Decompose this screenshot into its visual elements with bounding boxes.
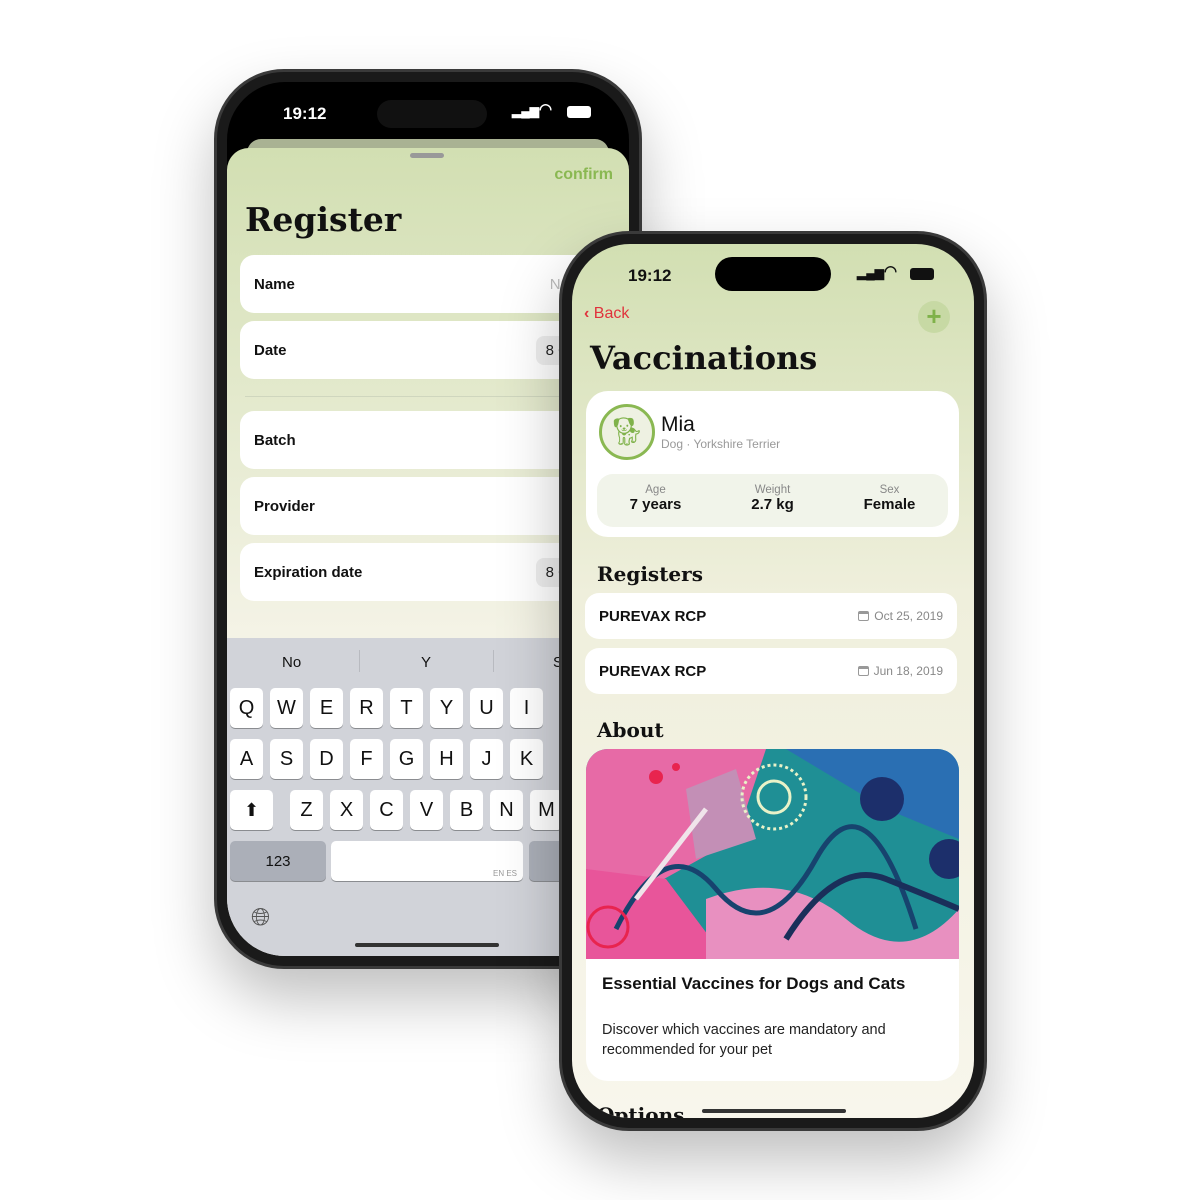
field-label: Batch: [254, 431, 296, 449]
register-row[interactable]: PUREVAX RCP Jun 18, 2019: [585, 648, 957, 694]
stat-sex: Sex Female: [831, 474, 948, 527]
key-k[interactable]: K: [510, 739, 543, 779]
stat-label: Age: [645, 484, 666, 496]
register-date: Jun 18, 2019: [873, 664, 943, 678]
dynamic-island: [377, 100, 487, 128]
add-button[interactable]: +: [918, 301, 950, 333]
key-b[interactable]: B: [450, 790, 483, 830]
key-i[interactable]: I: [510, 688, 543, 728]
pet-stats: Age 7 years Weight 2.7 kg Sex Female: [597, 474, 948, 527]
stat-value: 2.7 kg: [751, 496, 794, 513]
status-bar: 19:12 ▂▄▆ ◠: [572, 244, 974, 304]
calendar-icon: [858, 611, 870, 621]
stat-value: Female: [863, 496, 916, 513]
chevron-left-icon: ‹: [584, 305, 594, 322]
key-z[interactable]: Z: [290, 790, 323, 830]
space-bar[interactable]: EN ES: [331, 841, 523, 881]
suggestion[interactable]: No: [282, 654, 301, 671]
key-h[interactable]: H: [430, 739, 463, 779]
suggestion[interactable]: Y: [421, 654, 431, 671]
status-time: 19:12: [628, 266, 672, 285]
status-bar: 19:12 ▂▄▆ ◠: [227, 82, 629, 142]
article-title: Essential Vaccines for Dogs and Cats: [602, 974, 906, 993]
key-r[interactable]: R: [350, 688, 383, 728]
stat-label: Sex: [879, 484, 900, 496]
register-name: PUREVAX RCP: [599, 662, 707, 680]
pet-avatar: 🐕︎: [599, 404, 655, 460]
key-n[interactable]: N: [490, 790, 523, 830]
register-name: PUREVAX RCP: [599, 607, 707, 625]
key-y[interactable]: Y: [430, 688, 463, 728]
field-label: Provider: [254, 497, 315, 515]
key-t[interactable]: T: [390, 688, 423, 728]
status-time: 19:12: [283, 104, 327, 123]
key-u[interactable]: U: [470, 688, 503, 728]
pet-card[interactable]: 🐕︎ Mia Dog · Yorkshire Terrier Age 7 year…: [586, 391, 959, 537]
globe-icon[interactable]: 🌐︎: [251, 904, 270, 932]
stat-weight: Weight 2.7 kg: [714, 474, 831, 527]
signal-icon: ▂▄▆: [857, 266, 884, 280]
key-a[interactable]: A: [230, 739, 263, 779]
register-date: Oct 25, 2019: [874, 609, 943, 623]
key-x[interactable]: X: [330, 790, 363, 830]
key-s[interactable]: S: [270, 739, 303, 779]
shift-icon: ⬆: [243, 799, 260, 820]
language-hint: EN ES: [492, 869, 517, 878]
section-title-about: About: [597, 718, 664, 742]
numbers-key[interactable]: 123: [230, 841, 326, 881]
key-g[interactable]: G: [390, 739, 423, 779]
stat-label: Weight: [754, 484, 791, 496]
home-indicator[interactable]: [355, 943, 499, 947]
key-q[interactable]: Q: [230, 688, 263, 728]
section-title-registers: Registers: [597, 562, 703, 586]
key-c[interactable]: C: [370, 790, 403, 830]
plus-icon: +: [926, 301, 942, 331]
wifi-icon: ◠: [539, 101, 553, 118]
sheet-grabber[interactable]: [410, 153, 444, 158]
confirm-button[interactable]: confirm: [554, 166, 613, 184]
pet-name: Mia: [661, 413, 695, 436]
field-label: Name: [254, 275, 295, 293]
page-title: Register: [245, 200, 402, 239]
pet-breed: Dog · Yorkshire Terrier: [661, 437, 781, 451]
calendar-icon: [857, 666, 869, 676]
back-button[interactable]: ‹ Back: [584, 305, 629, 323]
field-label: Expiration date: [254, 563, 363, 581]
vaccine-illustration: [586, 749, 959, 959]
article-card[interactable]: Essential Vaccines for Dogs and Cats Dis…: [586, 749, 959, 1081]
register-row[interactable]: PUREVAX RCP Oct 25, 2019: [585, 593, 957, 639]
field-label: Date: [254, 341, 287, 359]
back-label: Back: [593, 305, 630, 322]
key-f[interactable]: F: [350, 739, 383, 779]
home-indicator[interactable]: [702, 1109, 846, 1113]
dog-icon: 🐕︎: [609, 416, 645, 447]
vaccinations-screen: 19:12 ▂▄▆ ◠ ‹ Back + Vaccinations 🐕︎ Mia…: [572, 244, 974, 1118]
stat-value: 7 years: [629, 496, 682, 513]
key-w[interactable]: W: [270, 688, 303, 728]
key-v[interactable]: V: [410, 790, 443, 830]
key-j[interactable]: J: [470, 739, 503, 779]
dynamic-island: [715, 257, 831, 291]
key-e[interactable]: E: [310, 688, 343, 728]
shift-key[interactable]: ⬆: [230, 790, 273, 830]
article-description: Discover which vaccines are mandatory an…: [602, 1022, 886, 1058]
signal-icon: ▂▄▆: [512, 104, 539, 118]
section-title-options: Options: [597, 1103, 685, 1118]
phone-vaccinations: 19:12 ▂▄▆ ◠ ‹ Back + Vaccinations 🐕︎ Mia…: [559, 231, 987, 1131]
wifi-icon: ◠: [884, 263, 898, 280]
stat-age: Age 7 years: [597, 474, 714, 527]
key-d[interactable]: D: [310, 739, 343, 779]
page-title: Vaccinations: [590, 339, 818, 377]
battery-icon: [910, 268, 934, 280]
battery-icon: [567, 106, 591, 118]
